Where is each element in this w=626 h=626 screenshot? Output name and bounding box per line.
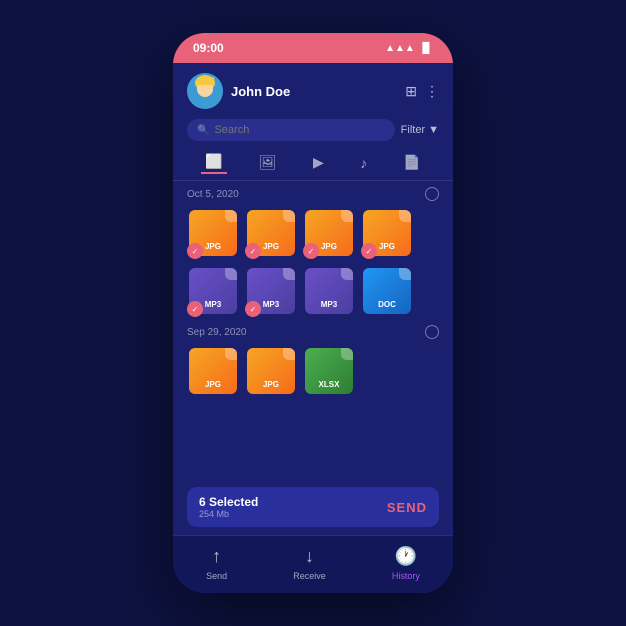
file-item[interactable]: XLSX	[303, 345, 355, 397]
file-item[interactable]: JPG	[187, 345, 239, 397]
avatar-face	[187, 73, 223, 109]
file-item[interactable]: JPG ✓	[303, 207, 355, 259]
date-section-1: Oct 5, 2020 JPG ✓	[187, 187, 439, 317]
date-circle-2[interactable]	[425, 325, 439, 339]
file-ear	[399, 210, 411, 222]
file-ear	[283, 268, 295, 280]
search-input[interactable]	[214, 124, 384, 136]
battery-icon: ▐▌	[419, 43, 433, 54]
file-card-xlsx: XLSX	[305, 348, 353, 394]
files-grid-1: JPG ✓ JPG ✓ JPG	[187, 207, 439, 317]
grid-icon[interactable]: ⊞	[405, 83, 417, 100]
tab-docs[interactable]: 📄	[399, 152, 424, 173]
tab-video[interactable]: ▶	[309, 152, 328, 173]
selected-size: 254 Mb	[199, 509, 258, 519]
tab-all[interactable]: ⬜	[201, 151, 226, 174]
file-ear	[225, 268, 237, 280]
file-item[interactable]: MP3 ✓	[245, 265, 297, 317]
filter-label: Filter	[401, 124, 425, 136]
username: John Doe	[231, 84, 397, 99]
selected-info: 6 Selected 254 Mb	[199, 495, 258, 519]
selected-count: 6 Selected	[199, 495, 258, 509]
tab-audio[interactable]: ♪	[356, 153, 371, 173]
file-ear	[341, 210, 353, 222]
date-row-2: Sep 29, 2020	[187, 325, 439, 339]
file-ear	[399, 268, 411, 280]
file-check: ✓	[187, 301, 203, 317]
more-icon[interactable]: ⋮	[425, 83, 439, 100]
file-item[interactable]: JPG ✓	[245, 207, 297, 259]
file-ear	[341, 268, 353, 280]
phone-frame: 09:00 ▲▲▲ ▐▌	[173, 33, 453, 593]
file-card-jpg6: JPG	[247, 348, 295, 394]
date-label-1: Oct 5, 2020	[187, 189, 239, 200]
status-bar: 09:00 ▲▲▲ ▐▌	[173, 33, 453, 63]
date-section-2: Sep 29, 2020 JPG JPG	[187, 325, 439, 397]
file-item[interactable]: MP3 ✓	[187, 265, 239, 317]
search-icon: 🔍	[197, 125, 209, 136]
date-row-1: Oct 5, 2020	[187, 187, 439, 201]
avatar	[187, 73, 223, 109]
receive-nav-icon: ↓	[305, 546, 314, 567]
status-icons: ▲▲▲ ▐▌	[385, 43, 433, 54]
filter-icon: ▼	[428, 124, 439, 136]
file-item[interactable]: JPG	[245, 345, 297, 397]
file-ear	[341, 348, 353, 360]
file-tabs: ⬜ 🖼 ▶ ♪ 📄	[173, 145, 453, 181]
file-item[interactable]: MP3	[303, 265, 355, 317]
search-input-wrap[interactable]: 🔍	[187, 119, 395, 141]
nav-receive[interactable]: ↓ Receive	[293, 546, 326, 581]
history-nav-label: History	[392, 571, 420, 581]
file-ear	[225, 210, 237, 222]
file-card-mp3-3: MP3	[305, 268, 353, 314]
file-check: ✓	[187, 243, 203, 259]
nav-history[interactable]: 🕐 History	[392, 546, 420, 581]
file-item[interactable]: DOC	[361, 265, 413, 317]
search-bar: 🔍 Filter ▼	[173, 115, 453, 145]
file-check: ✓	[245, 301, 261, 317]
file-card-doc: DOC	[363, 268, 411, 314]
date-label-2: Sep 29, 2020	[187, 327, 247, 338]
file-card-jpg5: JPG	[189, 348, 237, 394]
nav-send[interactable]: ↑ Send	[206, 546, 227, 581]
signal-icon: ▲▲▲	[385, 43, 415, 54]
tab-images[interactable]: 🖼	[255, 152, 281, 173]
selected-bar: 6 Selected 254 Mb SEND	[187, 487, 439, 527]
main-content: John Doe ⊞ ⋮ 🔍 Filter ▼ ⬜ 🖼 ▶ ♪ 📄	[173, 63, 453, 593]
file-check: ✓	[361, 243, 377, 259]
send-button[interactable]: SEND	[387, 500, 427, 515]
file-check: ✓	[245, 243, 261, 259]
bottom-nav: ↑ Send ↓ Receive 🕐 History	[173, 535, 453, 593]
filter-button[interactable]: Filter ▼	[401, 124, 439, 136]
header: John Doe ⊞ ⋮	[173, 63, 453, 115]
receive-nav-label: Receive	[293, 571, 326, 581]
date-circle-1[interactable]	[425, 187, 439, 201]
history-nav-icon: 🕐	[395, 546, 417, 567]
file-check: ✓	[303, 243, 319, 259]
send-nav-label: Send	[206, 571, 227, 581]
header-icons: ⊞ ⋮	[405, 83, 439, 100]
file-item[interactable]: JPG ✓	[361, 207, 413, 259]
file-list: Oct 5, 2020 JPG ✓	[173, 181, 453, 487]
file-item[interactable]: JPG ✓	[187, 207, 239, 259]
file-ear	[225, 348, 237, 360]
status-time: 09:00	[193, 41, 224, 55]
send-nav-icon: ↑	[212, 546, 221, 567]
file-ear	[283, 210, 295, 222]
file-ear	[283, 348, 295, 360]
files-grid-2: JPG JPG XLSX	[187, 345, 439, 397]
